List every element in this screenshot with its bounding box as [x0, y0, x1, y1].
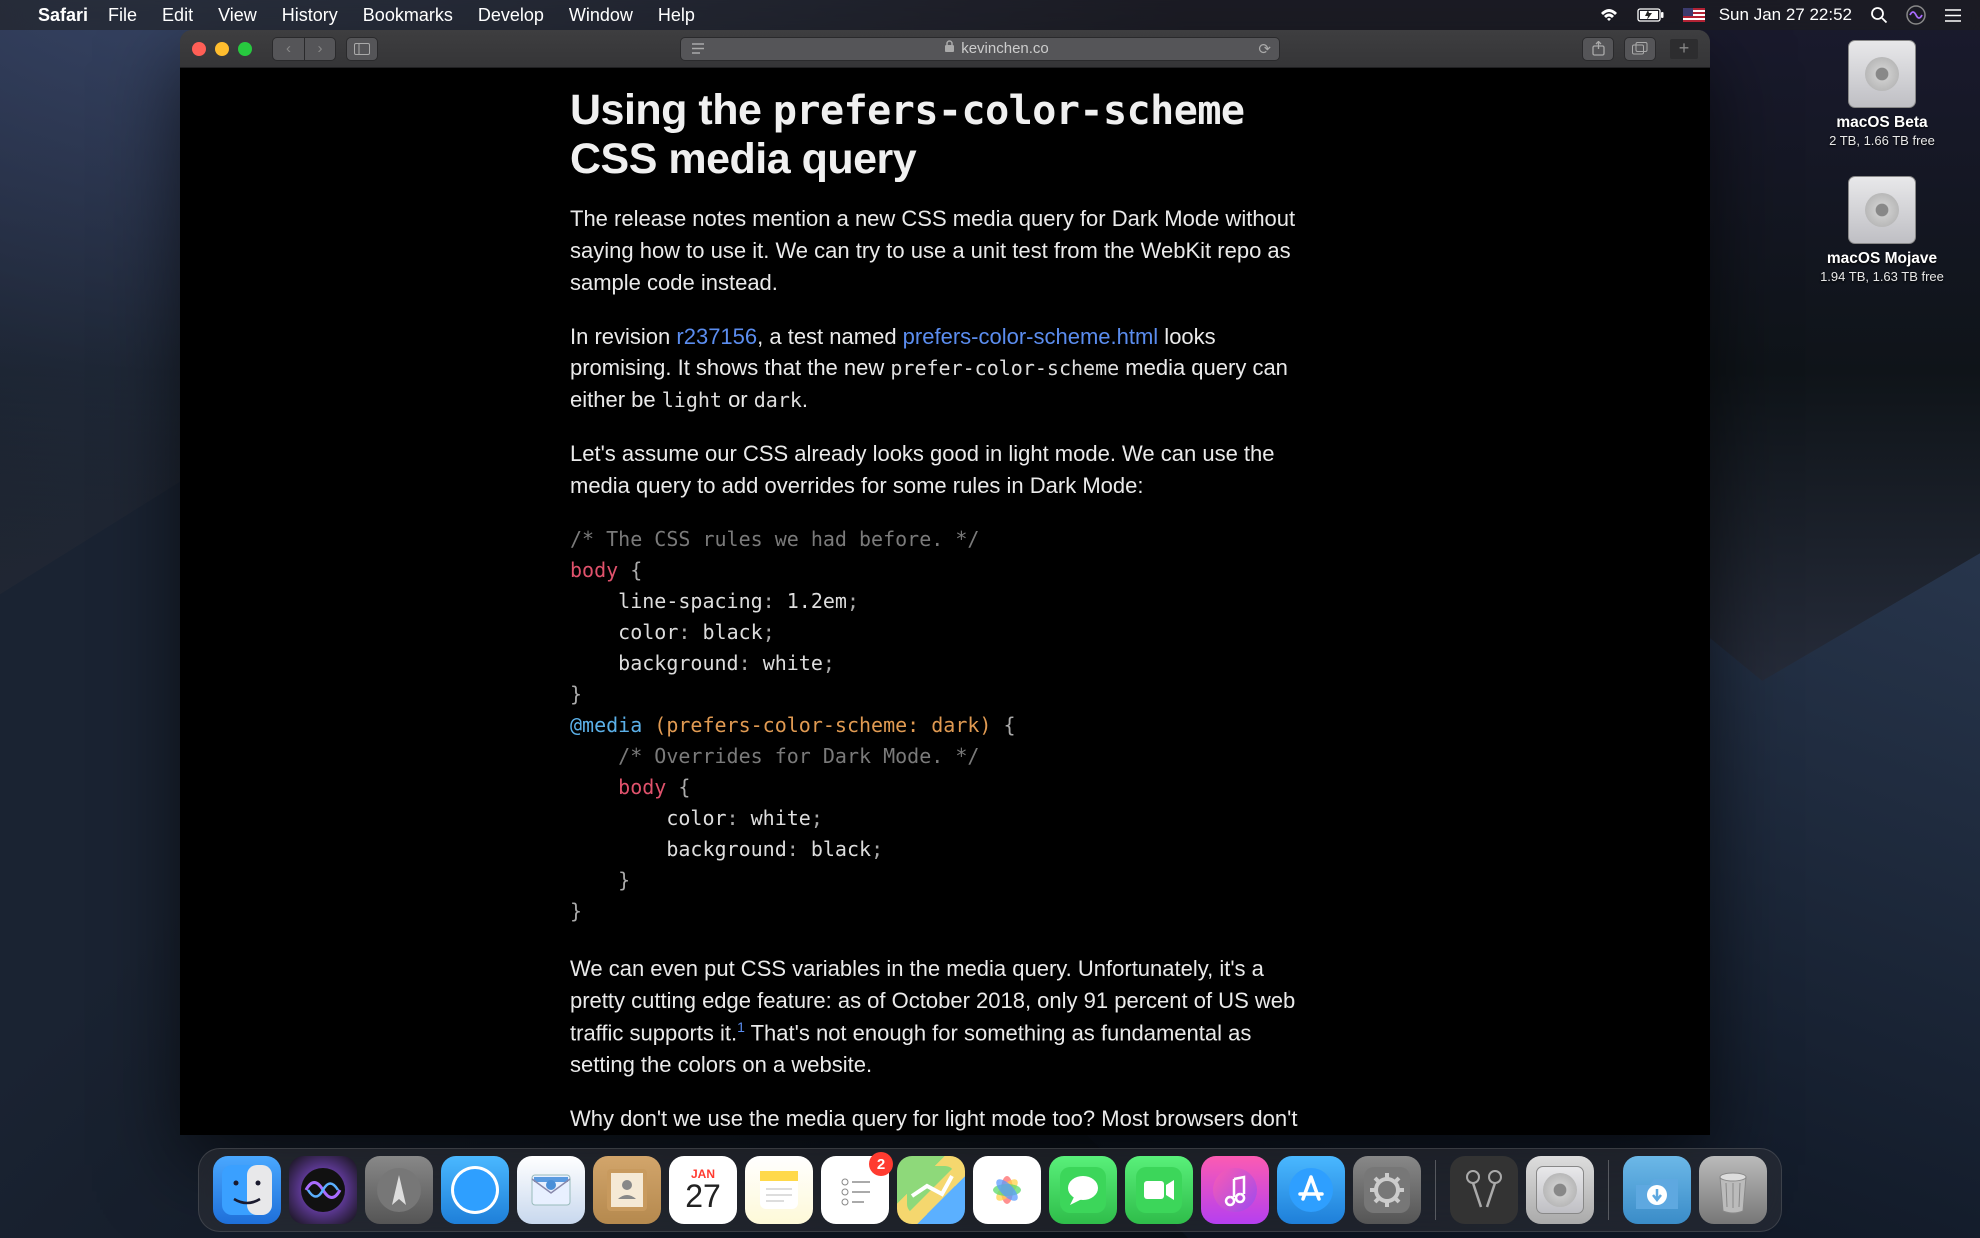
disk-macos-mojave[interactable]: macOS Mojave 1.94 TB, 1.63 TB free [1802, 176, 1962, 284]
dock-disk-shortcut[interactable] [1526, 1156, 1594, 1224]
menu-history[interactable]: History [282, 5, 338, 26]
dock-launchpad[interactable] [365, 1156, 433, 1224]
zoom-window-button[interactable] [238, 42, 252, 56]
sidebar-button[interactable] [346, 37, 378, 61]
code-block: /* The CSS rules we had before. */ body … [570, 524, 1320, 927]
close-window-button[interactable] [192, 42, 206, 56]
footnote-link[interactable]: 1 [737, 1019, 745, 1035]
menu-develop[interactable]: Develop [478, 5, 544, 26]
menubar: Safari File Edit View History Bookmarks … [0, 0, 1980, 30]
calendar-day: 27 [685, 1180, 721, 1212]
spotlight-icon[interactable] [1870, 6, 1888, 24]
paragraph: In revision r237156, a test named prefer… [570, 321, 1320, 417]
dock: JAN 27 2 [198, 1148, 1782, 1232]
url-text: kevinchen.co [961, 40, 1049, 57]
disk-sublabel: 2 TB, 1.66 TB free [1829, 133, 1935, 148]
menu-window[interactable]: Window [569, 5, 633, 26]
nav-buttons: ‹ › [272, 37, 336, 61]
siri-icon[interactable] [1906, 5, 1926, 25]
dock-downloads[interactable] [1623, 1156, 1691, 1224]
internal-disk-icon [1848, 40, 1916, 108]
dock-messages[interactable] [1049, 1156, 1117, 1224]
internal-disk-icon [1848, 176, 1916, 244]
page-content[interactable]: Using the prefers-color-scheme CSS media… [180, 68, 1710, 1135]
menu-edit[interactable]: Edit [162, 5, 193, 26]
tabs-button[interactable] [1624, 37, 1656, 61]
reminders-badge: 2 [869, 1152, 893, 1176]
menu-bookmarks[interactable]: Bookmarks [363, 5, 453, 26]
window-controls [192, 42, 252, 56]
battery-icon[interactable] [1637, 8, 1665, 22]
menubar-clock[interactable]: Sun Jan 27 22:52 [1719, 5, 1852, 25]
dock-maps[interactable] [897, 1156, 965, 1224]
dock-itunes[interactable] [1201, 1156, 1269, 1224]
reader-button[interactable] [680, 37, 714, 61]
address-bar[interactable]: kevinchen.co ⟳ [714, 37, 1280, 61]
dock-finder[interactable] [213, 1156, 281, 1224]
disk-macos-beta[interactable]: macOS Beta 2 TB, 1.66 TB free [1802, 40, 1962, 148]
paragraph: Why don't we use the media query for lig… [570, 1103, 1320, 1135]
dock-photos[interactable] [973, 1156, 1041, 1224]
dock-reminders[interactable]: 2 [821, 1156, 889, 1224]
input-flag-icon[interactable] [1683, 8, 1705, 22]
lock-icon [944, 40, 955, 57]
dock-system-profiler[interactable] [1450, 1156, 1518, 1224]
paragraph: Let's assume our CSS already looks good … [570, 438, 1320, 502]
reload-icon[interactable]: ⟳ [1258, 40, 1271, 58]
dock-facetime[interactable] [1125, 1156, 1193, 1224]
paragraph: The release notes mention a new CSS medi… [570, 203, 1320, 299]
dock-appstore[interactable] [1277, 1156, 1345, 1224]
disk-sublabel: 1.94 TB, 1.63 TB free [1820, 269, 1944, 284]
menu-file[interactable]: File [108, 5, 137, 26]
dock-mail[interactable] [517, 1156, 585, 1224]
forward-button[interactable]: › [304, 37, 336, 61]
dock-safari[interactable] [441, 1156, 509, 1224]
dock-system-preferences[interactable] [1353, 1156, 1421, 1224]
dock-separator [1435, 1160, 1436, 1220]
link-revision[interactable]: r237156 [676, 324, 757, 349]
desktop-icons: macOS Beta 2 TB, 1.66 TB free macOS Moja… [1802, 40, 1962, 312]
link-test-file[interactable]: prefers-color-scheme.html [903, 324, 1159, 349]
article-heading: Using the prefers-color-scheme CSS media… [570, 86, 1320, 185]
share-button[interactable] [1582, 37, 1614, 61]
dock-trash[interactable] [1699, 1156, 1767, 1224]
notification-center-icon[interactable] [1944, 8, 1962, 23]
app-name-menu[interactable]: Safari [38, 5, 88, 26]
wifi-icon[interactable] [1599, 8, 1619, 23]
dock-calendar[interactable]: JAN 27 [669, 1156, 737, 1224]
safari-toolbar: ‹ › kevinchen.co ⟳ [180, 30, 1710, 68]
safari-window: ‹ › kevinchen.co ⟳ [180, 30, 1710, 1135]
minimize-window-button[interactable] [215, 42, 229, 56]
back-button[interactable]: ‹ [272, 37, 304, 61]
internal-disk-icon [1536, 1166, 1584, 1214]
dock-contacts[interactable] [593, 1156, 661, 1224]
dock-notes[interactable] [745, 1156, 813, 1224]
menu-view[interactable]: View [218, 5, 257, 26]
disk-label: macOS Beta [1836, 114, 1927, 132]
dock-separator [1608, 1160, 1609, 1220]
paragraph: We can even put CSS variables in the med… [570, 953, 1320, 1081]
menu-help[interactable]: Help [658, 5, 695, 26]
new-tab-button[interactable]: + [1670, 39, 1698, 59]
dock-siri[interactable] [289, 1156, 357, 1224]
disk-label: macOS Mojave [1827, 250, 1937, 268]
